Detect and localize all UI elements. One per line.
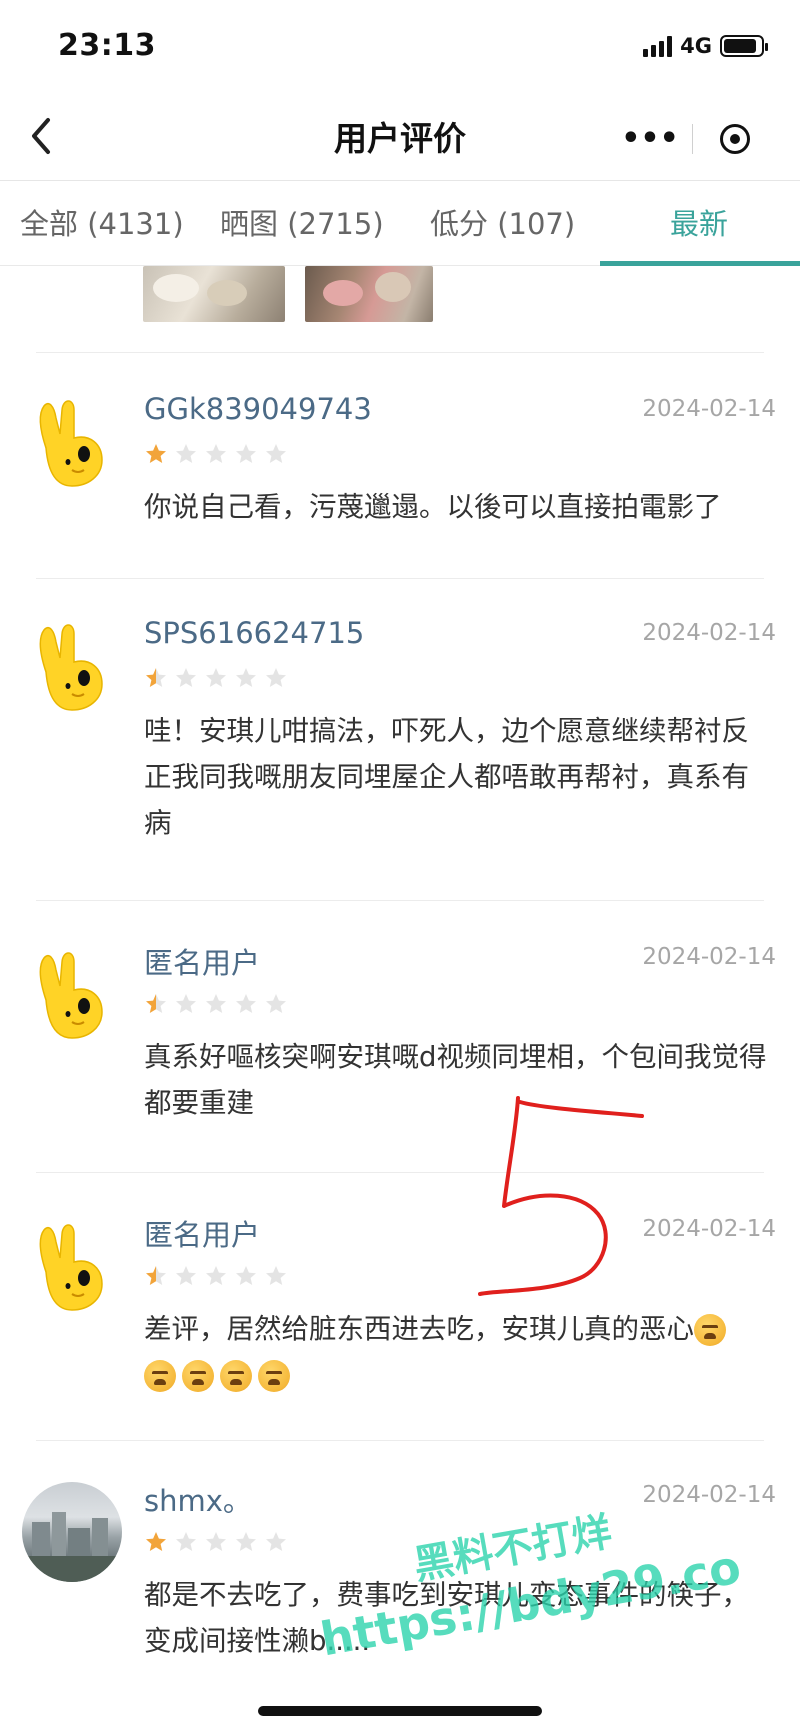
tab-low-score[interactable]: 低分 (107) bbox=[430, 201, 575, 243]
star-icon bbox=[206, 1532, 226, 1551]
yellow-hand-avatar bbox=[39, 624, 103, 711]
tired-face-emoji-icon bbox=[694, 1314, 726, 1346]
divider bbox=[36, 1440, 764, 1441]
star-rating bbox=[144, 442, 288, 466]
review-text: 你说自己看，污蔑邋遢。以後可以直接拍電影了 bbox=[144, 491, 722, 523]
review-date: 2024-02-14 bbox=[642, 396, 776, 422]
divider bbox=[36, 1172, 764, 1173]
divider bbox=[36, 900, 764, 901]
tired-face-emoji-icon bbox=[182, 1360, 214, 1392]
nav-bar: 用户评价 ••• bbox=[0, 96, 800, 180]
star-icon bbox=[146, 668, 166, 687]
review-username: SPS616624715 bbox=[144, 616, 365, 650]
star-rating bbox=[144, 666, 288, 690]
review-text: 都是不去吃了，费事吃到安琪儿变态事件的筷子，变成间接性濑b..... bbox=[144, 1579, 749, 1657]
tab-latest[interactable]: 最新 bbox=[670, 201, 728, 243]
filter-tabs: 全部 (4131) 晒图 (2715) 低分 (107) 最新 bbox=[0, 180, 800, 266]
star-icon bbox=[176, 668, 196, 687]
star-icon bbox=[266, 444, 286, 463]
review-text-body: 差评，居然给脏东西进去吃，安琪儿真的恶心 bbox=[144, 1313, 694, 1345]
star-icon bbox=[236, 994, 256, 1013]
review-photo[interactable] bbox=[305, 266, 433, 322]
star-icon bbox=[206, 444, 226, 463]
tired-face-emoji-icon bbox=[144, 1360, 176, 1392]
review-text: 哇！安琪儿咁搞法，吓死人，边个愿意继续帮衬反正我同我嘅朋友同埋屋企人都唔敢再帮衬… bbox=[144, 715, 749, 839]
star-icon bbox=[266, 1532, 286, 1551]
star-icon bbox=[176, 994, 196, 1013]
close-mini-program-button[interactable] bbox=[693, 124, 777, 154]
review-username: 匿名用户 bbox=[144, 1218, 261, 1252]
signal-icon bbox=[643, 35, 673, 57]
star-icon bbox=[236, 444, 256, 463]
active-tab-indicator bbox=[600, 261, 800, 266]
mini-program-capsule: ••• bbox=[608, 110, 778, 168]
star-icon bbox=[206, 668, 226, 687]
yellow-hand-avatar bbox=[39, 1224, 103, 1311]
star-icon bbox=[176, 444, 196, 463]
tab-all[interactable]: 全部 (4131) bbox=[20, 201, 184, 243]
divider bbox=[36, 352, 764, 353]
review-date: 2024-02-14 bbox=[642, 620, 776, 646]
status-indicators: 4G bbox=[643, 34, 768, 58]
star-icon bbox=[266, 1266, 286, 1285]
star-icon bbox=[236, 1266, 256, 1285]
status-bar: 23:13 4G bbox=[0, 0, 800, 96]
star-icon bbox=[206, 1266, 226, 1285]
review-text: 差评，居然给脏东西进去吃，安琪儿真的恶心 bbox=[144, 1306, 774, 1398]
star-icon bbox=[146, 994, 166, 1013]
target-icon bbox=[720, 124, 750, 154]
star-icon bbox=[176, 1532, 196, 1551]
tired-face-emoji-icon bbox=[258, 1360, 290, 1392]
yellow-hand-avatar bbox=[39, 400, 103, 487]
home-indicator[interactable] bbox=[258, 1706, 542, 1716]
review-username: shmx。 bbox=[144, 1484, 252, 1518]
star-rating bbox=[144, 992, 288, 1016]
review-photos bbox=[143, 266, 433, 322]
star-icon bbox=[236, 668, 256, 687]
star-icon bbox=[176, 1266, 196, 1285]
review-date: 2024-02-14 bbox=[642, 944, 776, 970]
star-icon bbox=[146, 444, 166, 463]
review-photo[interactable] bbox=[143, 266, 285, 322]
photo-avatar bbox=[22, 1482, 122, 1582]
star-icon bbox=[236, 1532, 256, 1551]
status-time: 23:13 bbox=[58, 28, 156, 63]
divider bbox=[36, 578, 764, 579]
city-photo-icon bbox=[22, 1512, 122, 1582]
star-icon bbox=[146, 1532, 166, 1551]
tab-photos[interactable]: 晒图 (2715) bbox=[220, 201, 384, 243]
star-rating bbox=[144, 1530, 288, 1554]
review-username: GGk839049743 bbox=[144, 392, 372, 426]
tired-face-emoji-icon bbox=[220, 1360, 252, 1392]
review-username: 匿名用户 bbox=[144, 946, 261, 980]
star-rating bbox=[144, 1264, 288, 1288]
network-type: 4G bbox=[680, 34, 712, 58]
star-icon bbox=[206, 994, 226, 1013]
star-icon bbox=[146, 1266, 166, 1285]
star-icon bbox=[266, 994, 286, 1013]
yellow-hand-avatar bbox=[39, 952, 103, 1039]
battery-icon bbox=[720, 35, 768, 57]
more-dots-icon[interactable]: ••• bbox=[608, 110, 692, 168]
review-date: 2024-02-14 bbox=[642, 1216, 776, 1242]
review-date: 2024-02-14 bbox=[642, 1482, 776, 1508]
star-icon bbox=[266, 668, 286, 687]
review-text: 真系好嘔核突啊安琪嘅d视频同埋相，个包间我觉得都要重建 bbox=[144, 1041, 767, 1119]
